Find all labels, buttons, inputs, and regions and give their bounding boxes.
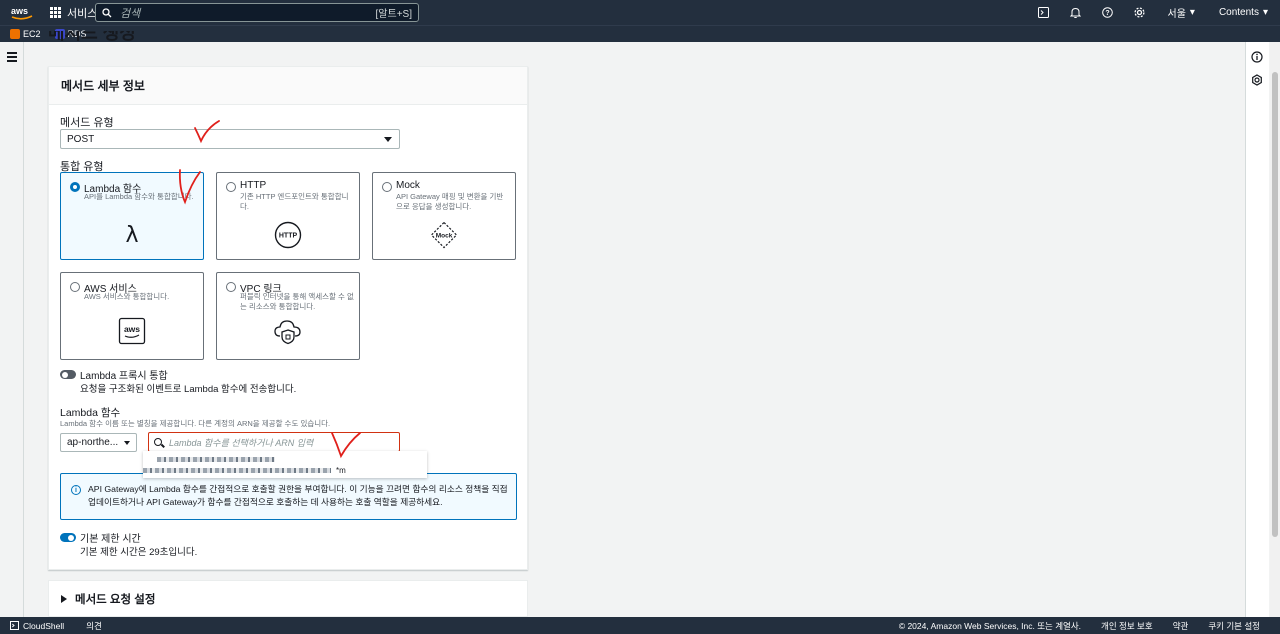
menu-icon[interactable] xyxy=(7,52,17,64)
region-value: ap-northe... xyxy=(67,437,119,448)
services-menu[interactable]: 서비스 xyxy=(50,5,97,21)
help-icon[interactable]: ? xyxy=(1092,0,1124,25)
cookie-preferences-link[interactable]: 쿠키 기본 설정 xyxy=(1208,620,1260,632)
svg-text:aws: aws xyxy=(11,6,28,16)
terms-link[interactable]: 약관 xyxy=(1173,620,1189,632)
tile-http[interactable]: HTTP 기존 HTTP 엔드포인트와 통합합니다. HTTP xyxy=(216,172,360,260)
aws-logo[interactable]: aws xyxy=(0,0,44,25)
tile-mock[interactable]: Mock API Gateway 매핑 및 변환을 기반으로 응답을 생성합니다… xyxy=(372,172,516,260)
tile-description: AWS 서비스와 통합합니다. xyxy=(84,292,170,301)
favorite-label: EC2 xyxy=(23,29,41,39)
method-details-card: 메서드 세부 정보 메서드 유형 POST 통합 유형 Lambda 함수 AP… xyxy=(48,66,528,570)
lambda-fn-suggestions: *m xyxy=(143,451,427,478)
search-icon xyxy=(154,438,162,446)
region-selector[interactable]: 서울 ▾ xyxy=(1156,5,1207,20)
tile-title: Mock xyxy=(396,180,420,191)
proxy-toggle-desc: 요청을 구조화된 이벤트로 Lambda 함수에 전송합니다. xyxy=(80,384,297,395)
info-icon[interactable] xyxy=(1251,51,1263,63)
footer: CloudShell 의견 © 2024, Amazon Web Service… xyxy=(0,617,1280,634)
cloudshell-icon xyxy=(10,621,19,630)
feedback-link[interactable]: 의견 xyxy=(86,620,102,632)
card-heading: 메서드 세부 정보 xyxy=(49,67,527,105)
services-label: 서비스 xyxy=(67,7,98,20)
scrollbar-thumb[interactable] xyxy=(1272,72,1278,537)
tile-description: API를 Lambda 함수와 통합합니다. xyxy=(84,192,194,201)
cloudshell-button[interactable]: CloudShell xyxy=(10,621,64,631)
method-type-value: POST xyxy=(67,133,95,145)
favorites-bar: EC2 RDS xyxy=(0,25,1280,42)
privacy-link[interactable]: 개인 정보 보호 xyxy=(1101,620,1153,632)
ec2-icon xyxy=(10,29,20,39)
account-label: Contents xyxy=(1218,7,1259,18)
radio-lambda[interactable] xyxy=(70,182,80,192)
search-placeholder: 검색 xyxy=(120,7,141,20)
right-rail xyxy=(1245,42,1269,617)
caret-down-icon xyxy=(124,441,130,445)
region-label: 서울 xyxy=(1167,9,1186,20)
svg-text:HTTP: HTTP xyxy=(279,233,298,240)
global-search-input[interactable]: 검색 [알트+S] xyxy=(95,3,419,22)
default-timeout-toggle[interactable] xyxy=(60,533,76,542)
svg-text:?: ? xyxy=(1105,10,1109,17)
lambda-fn-desc: Lambda 함수 이름 또는 별칭을 제공합니다. 다른 계정의 ARN을 제… xyxy=(60,419,331,428)
search-shortcut: [알트+S] xyxy=(375,9,412,20)
top-navigation: aws 서비스 검색 [알트+S] ? 서울 ▾ Contents ▾ xyxy=(0,0,1280,25)
toggle-knob xyxy=(62,371,68,378)
permission-info-alert: i API Gateway에 Lambda 함수를 간접적으로 호출할 권한을 … xyxy=(60,473,517,520)
tile-lambda[interactable]: Lambda 함수 API를 Lambda 함수와 통합합니다. λ xyxy=(60,172,204,260)
bell-icon[interactable] xyxy=(1060,0,1092,25)
method-request-settings-section[interactable]: 메서드 요청 설정 xyxy=(48,580,528,617)
caret-down-icon: ▾ xyxy=(1262,7,1268,18)
favorite-ec2[interactable]: EC2 xyxy=(10,29,41,39)
lambda-region-select[interactable]: ap-northe... xyxy=(60,433,137,452)
search-icon xyxy=(102,7,112,17)
lambda-fn-input[interactable]: Lambda 함수를 선택하거나 ARN 입력 xyxy=(148,432,400,452)
aws-logo-icon: aws xyxy=(11,6,33,20)
radio-vpc-link[interactable] xyxy=(226,282,236,292)
lambda-icon: λ xyxy=(125,223,139,248)
info-icon: i xyxy=(71,485,81,495)
cloudshell-label: CloudShell xyxy=(23,620,65,631)
suggestion-suffix: *m xyxy=(336,466,346,475)
caret-right-icon xyxy=(61,594,67,603)
aws-service-icon: aws xyxy=(118,317,146,345)
timeout-toggle-label: 기본 제한 시간 xyxy=(80,534,141,545)
method-type-label: 메서드 유형 xyxy=(60,117,114,129)
copyright-text: © 2024, Amazon Web Services, Inc. 또는 계열사… xyxy=(898,620,1082,631)
radio-mock[interactable] xyxy=(382,182,392,192)
fn-placeholder: Lambda 함수를 선택하거나 ARN 입력 xyxy=(169,437,314,448)
grid-icon xyxy=(50,7,61,18)
lambda-proxy-toggle[interactable] xyxy=(60,370,76,379)
svg-text:Mock: Mock xyxy=(436,233,453,240)
tile-title: HTTP xyxy=(240,180,267,191)
mock-icon: Mock xyxy=(430,221,458,249)
svg-text:aws: aws xyxy=(124,324,140,334)
page-title: 메서드 생성 xyxy=(48,31,136,42)
tile-aws-service[interactable]: AWS 서비스 AWS 서비스와 통합합니다. aws xyxy=(60,272,204,360)
proxy-toggle-label: Lambda 프록시 통합 xyxy=(80,371,168,382)
caret-down-icon xyxy=(384,137,392,142)
account-menu[interactable]: Contents ▾ xyxy=(1207,7,1280,18)
tile-description: 퍼블릭 인터넷을 통해 액세스할 수 없는 리소스와 통합합니다. xyxy=(240,292,354,311)
tile-description: API Gateway 매핑 및 변환을 기반으로 응답을 생성합니다. xyxy=(396,192,504,211)
caret-down-icon: ▾ xyxy=(1189,7,1195,18)
left-rail xyxy=(0,42,24,617)
radio-aws-service[interactable] xyxy=(70,282,80,292)
tile-description: 기존 HTTP 엔드포인트와 통합합니다. xyxy=(240,192,349,211)
tile-vpc-link[interactable]: VPC 링크 퍼블릭 인터넷을 통해 액세스할 수 없는 리소스와 통합합니다. xyxy=(216,272,360,360)
page-scrollbar[interactable] xyxy=(1270,42,1280,617)
radio-http[interactable] xyxy=(226,182,236,192)
section-heading: 메서드 요청 설정 xyxy=(75,593,156,606)
vpc-cloud-lock-icon xyxy=(274,320,301,345)
gear-icon[interactable] xyxy=(1124,0,1156,25)
cloudshell-icon[interactable] xyxy=(1028,0,1060,25)
timeout-toggle-desc: 기본 제한 시간은 29초입니다. xyxy=(80,547,198,558)
info-text: API Gateway에 Lambda 함수를 간접적으로 호출할 권한을 부여… xyxy=(88,484,508,507)
http-icon: HTTP xyxy=(274,221,302,249)
toggle-knob xyxy=(68,534,74,541)
redacted-suggestion[interactable] xyxy=(157,457,275,462)
settings-icon[interactable] xyxy=(1251,74,1263,86)
redacted-suggestion[interactable] xyxy=(143,468,331,473)
method-type-select[interactable]: POST xyxy=(60,129,400,149)
